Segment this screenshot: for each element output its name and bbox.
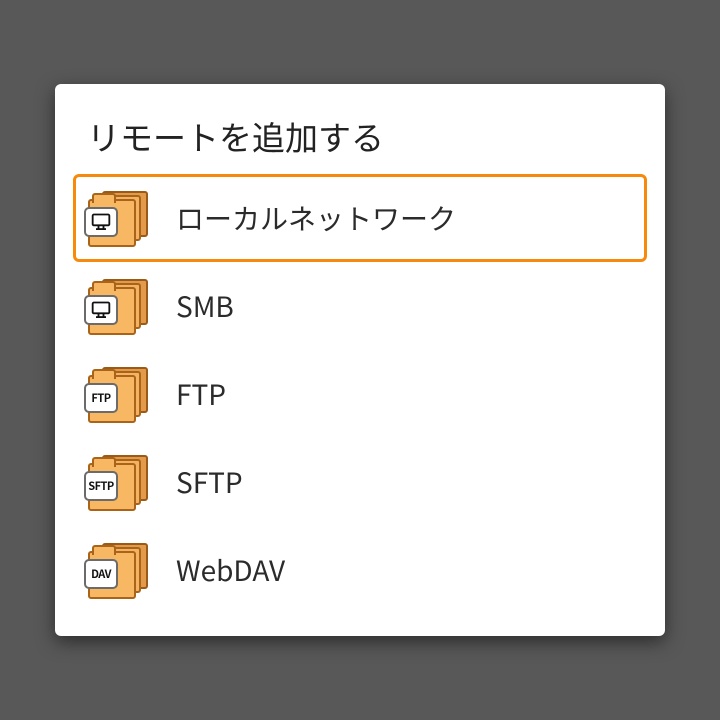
sftp-badge: SFTP: [84, 471, 118, 501]
folder-stack-ftp-icon: FTP: [88, 365, 148, 423]
folder-stack-monitor-icon: [88, 277, 148, 335]
option-label: FTP: [176, 374, 226, 414]
option-local-network[interactable]: ローカルネットワーク: [73, 174, 647, 262]
option-label: ローカルネットワーク: [176, 198, 456, 238]
dialog-title: リモートを追加する: [73, 102, 647, 174]
option-label: SFTP: [176, 462, 243, 502]
option-smb[interactable]: SMB: [73, 262, 647, 350]
folder-stack-sftp-icon: SFTP: [88, 453, 148, 511]
monitor-icon: [84, 207, 118, 237]
ftp-badge: FTP: [84, 383, 118, 413]
dav-badge: DAV: [84, 559, 118, 589]
option-webdav[interactable]: DAV WebDAV: [73, 526, 647, 614]
option-label: SMB: [176, 286, 234, 326]
option-sftp[interactable]: SFTP SFTP: [73, 438, 647, 526]
folder-stack-dav-icon: DAV: [88, 541, 148, 599]
remote-option-list: ローカルネットワーク SMB: [73, 174, 647, 614]
add-remote-dialog: リモートを追加する ローカルネットワーク: [55, 84, 665, 636]
folder-stack-monitor-icon: [88, 189, 148, 247]
option-label: WebDAV: [176, 550, 285, 590]
option-ftp[interactable]: FTP FTP: [73, 350, 647, 438]
monitor-icon: [84, 295, 118, 325]
